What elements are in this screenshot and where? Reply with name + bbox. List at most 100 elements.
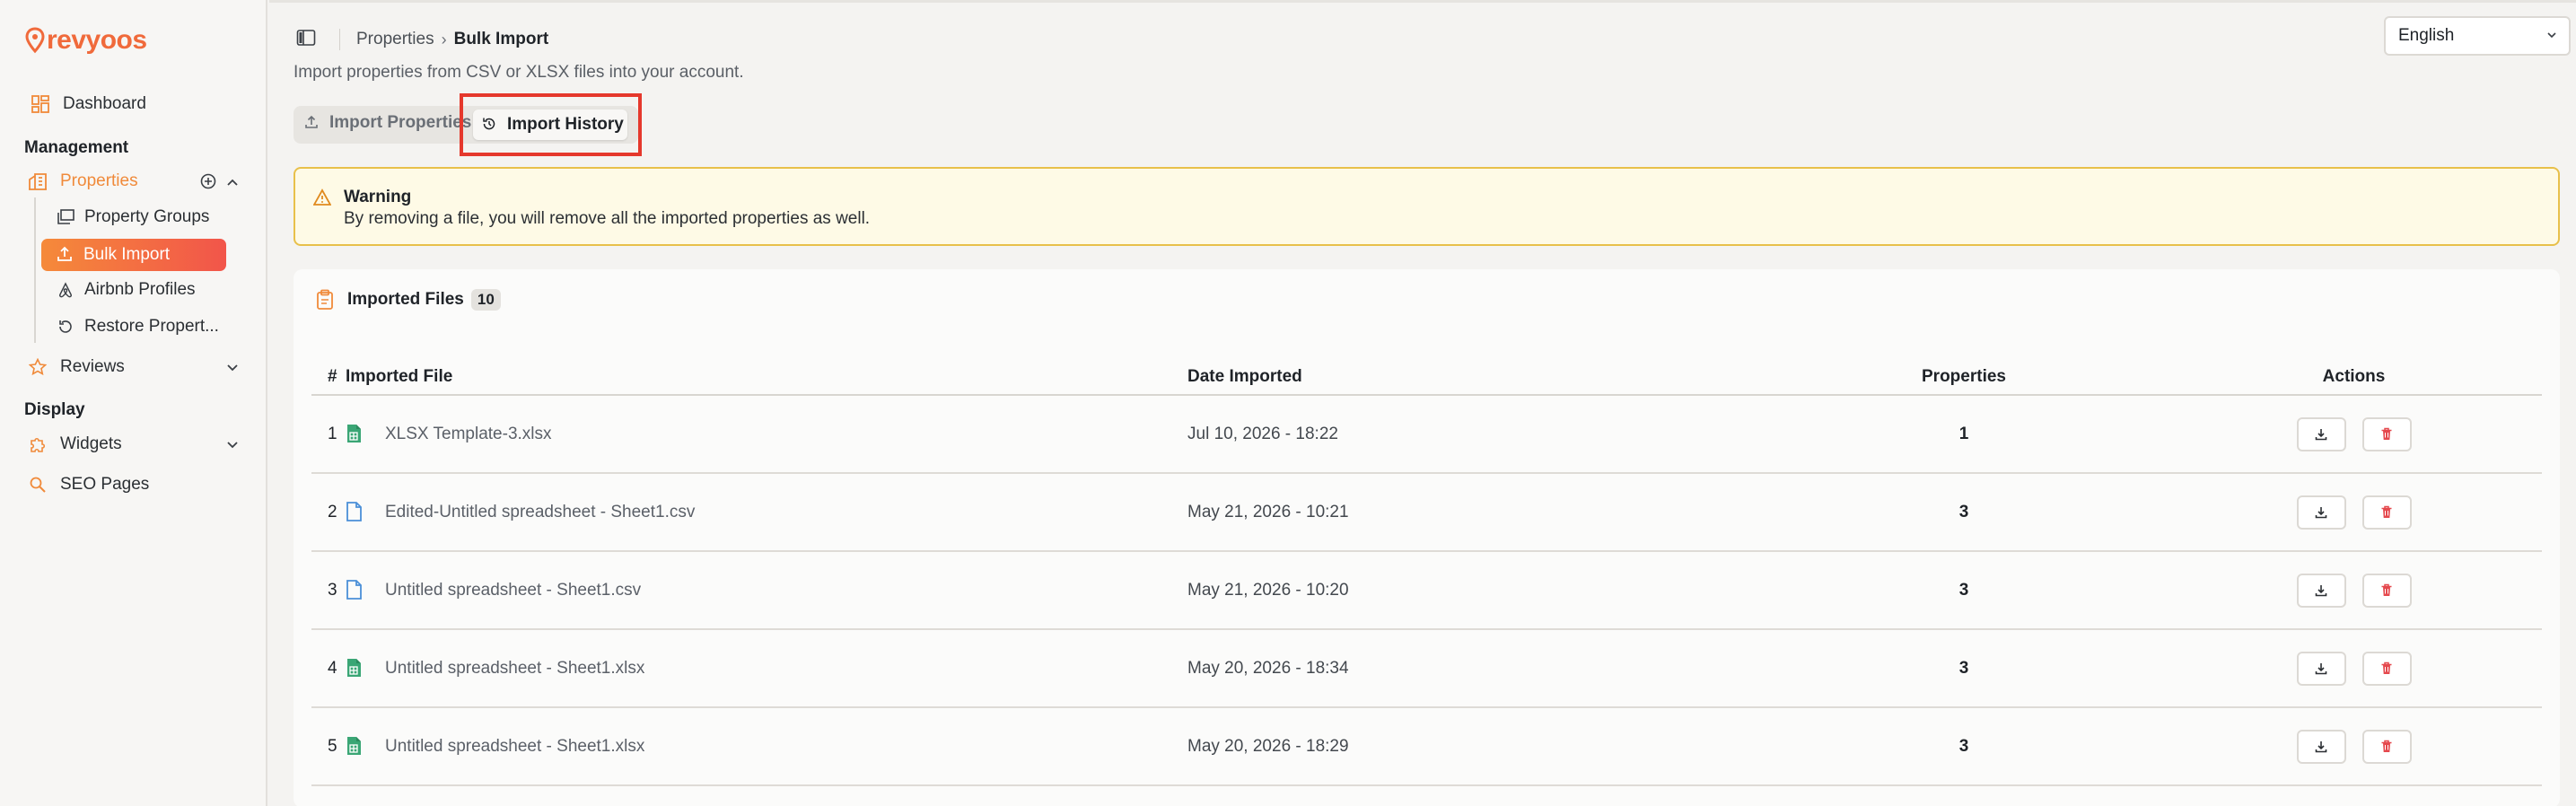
sidebar: revyoos Dashboard Management Properties … (0, 0, 267, 806)
delete-button[interactable] (2361, 651, 2412, 686)
brand-name: revyoos (47, 25, 147, 55)
file-link[interactable]: Untitled spreadsheet - Sheet1.csv (346, 579, 1187, 601)
download-button[interactable] (2296, 651, 2346, 686)
row-file-cell: Untitled spreadsheet - Sheet1.csv (346, 551, 1187, 630)
csv-file-icon (346, 501, 364, 523)
table-row: 5 Untitled spreadsheet - Sheet1.xlsx May 2… (311, 707, 2542, 786)
sidebar-item-dashboard[interactable]: Dashboard (31, 94, 146, 114)
tab-import-properties[interactable]: Import Properties (304, 113, 471, 133)
sidebar-item-label: Property Groups (84, 207, 210, 226)
top-strip (269, 0, 2576, 3)
upload-icon (304, 115, 320, 131)
sidebar-item-reviews[interactable]: Reviews (28, 357, 125, 377)
row-file-cell: Untitled spreadsheet - Sheet1.xlsx (346, 707, 1187, 786)
breadcrumb-parent[interactable]: Properties (356, 30, 434, 49)
download-button[interactable] (2296, 729, 2346, 764)
row-number: 4 (311, 629, 346, 708)
section-management: Management (24, 138, 129, 157)
download-button[interactable] (2296, 495, 2346, 530)
chevron-down-icon[interactable] (226, 362, 239, 378)
row-number: 5 (311, 707, 346, 786)
sidebar-item-properties[interactable]: Properties (28, 171, 138, 191)
spreadsheet-file-icon (346, 658, 364, 679)
col-header-actions: Actions (2166, 359, 2542, 396)
restore-icon (56, 317, 75, 337)
trash-icon (2380, 661, 2393, 675)
sidebar-item-property-groups[interactable]: Property Groups (56, 207, 209, 227)
download-icon (2315, 428, 2327, 441)
imported-files-count: 10 (470, 289, 501, 311)
download-icon (2315, 662, 2327, 675)
file-name: XLSX Template-3.xlsx (385, 424, 552, 443)
row-properties: 3 (1762, 629, 2166, 708)
trash-icon (2380, 583, 2393, 597)
breadcrumb-current: Bulk Import (453, 30, 549, 48)
row-number: 1 (311, 395, 346, 474)
file-link[interactable]: XLSX Template-3.xlsx (346, 424, 1187, 445)
row-date: May 20, 2026 - 18:34 (1187, 629, 1762, 708)
location-pin-icon (25, 27, 45, 54)
sidebar-item-label: Dashboard (63, 94, 146, 113)
table-row: 1 XLSX Template-3.xlsx Jul 10, 2026 - 18:2… (311, 395, 2542, 474)
delete-button[interactable] (2361, 573, 2412, 608)
brand-logo[interactable]: revyoos (25, 25, 147, 56)
row-number: 2 (311, 473, 346, 552)
trash-icon (2380, 427, 2393, 441)
download-button[interactable] (2296, 573, 2346, 608)
imported-files-table: # Imported File Date Imported Properties… (311, 359, 2542, 786)
sidebar-item-airbnb-profiles[interactable]: Airbnb Profiles (56, 280, 196, 300)
delete-button[interactable] (2361, 495, 2412, 530)
row-actions (2166, 395, 2542, 474)
warning-triangle-icon (313, 188, 331, 206)
row-properties: 1 (1762, 395, 2166, 474)
file-link[interactable]: Untitled spreadsheet - Sheet1.xlsx (346, 658, 1187, 679)
delete-button[interactable] (2361, 416, 2412, 451)
sidebar-item-label: Reviews (60, 357, 125, 376)
clipboard-icon (315, 289, 337, 311)
row-properties: 3 (1762, 473, 2166, 552)
trash-icon (2380, 740, 2393, 753)
dashboard-icon (31, 94, 50, 114)
download-button[interactable] (2296, 416, 2346, 451)
row-date: Jul 10, 2026 - 18:22 (1187, 395, 1762, 474)
sidebar-item-restore-properties[interactable]: Restore Propert... (56, 317, 219, 337)
airbnb-icon (56, 280, 75, 300)
spreadsheet-file-icon (346, 736, 364, 758)
file-link[interactable]: Untitled spreadsheet - Sheet1.xlsx (346, 736, 1187, 758)
delete-button[interactable] (2361, 729, 2412, 764)
chevron-down-icon[interactable] (226, 439, 239, 455)
sidebar-item-label: Restore Propert... (84, 317, 219, 336)
table-row: 2 Edited-Untitled spreadsheet - Sheet1.cs… (311, 473, 2542, 552)
download-icon (2315, 506, 2327, 519)
row-actions (2166, 629, 2542, 708)
sidebar-item-seo-pages[interactable]: SEO Pages (28, 475, 149, 495)
row-date: May 21, 2026 - 10:21 (1187, 473, 1762, 552)
sidebar-item-label: Properties (60, 171, 138, 190)
row-file-cell: XLSX Template-3.xlsx (346, 395, 1187, 474)
sidebar-item-label: Widgets (60, 434, 122, 453)
col-header-file: Imported File (346, 359, 1187, 396)
page-subtitle: Import properties from CSV or XLSX files… (294, 63, 744, 82)
sidebar-toggle-icon[interactable] (296, 29, 318, 50)
row-properties: 3 (1762, 551, 2166, 630)
file-link[interactable]: Edited-Untitled spreadsheet - Sheet1.csv (346, 501, 1187, 523)
chevron-right-icon: › (441, 30, 447, 48)
col-header-properties: Properties (1762, 359, 2166, 396)
chevron-up-icon[interactable] (226, 176, 239, 192)
file-name: Untitled spreadsheet - Sheet1.xlsx (385, 658, 645, 678)
add-circle-icon[interactable] (200, 173, 216, 194)
row-date: May 20, 2026 - 18:29 (1187, 707, 1762, 786)
row-actions (2166, 551, 2542, 630)
sidebar-item-widgets[interactable]: Widgets (28, 434, 122, 454)
download-icon (2315, 584, 2327, 597)
warning-title: Warning (344, 188, 412, 206)
row-actions (2166, 473, 2542, 552)
row-properties: 3 (1762, 707, 2166, 786)
spreadsheet-file-icon (346, 424, 364, 445)
language-select[interactable]: English (2384, 16, 2571, 56)
sidebar-item-bulk-import[interactable]: Bulk Import (41, 239, 226, 271)
puzzle-icon (28, 434, 48, 454)
imported-files-title: Imported Files (347, 290, 464, 309)
layers-icon (56, 207, 75, 227)
row-number: 3 (311, 551, 346, 630)
